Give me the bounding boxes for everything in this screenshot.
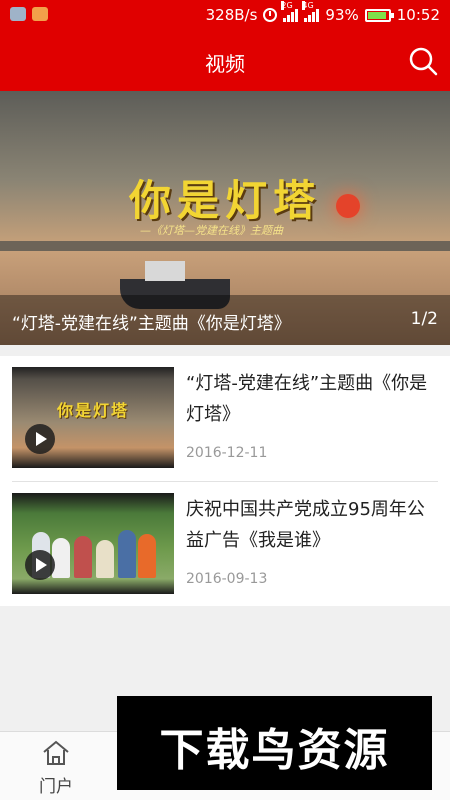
status-notification-icons	[10, 7, 48, 21]
nav-item-portal[interactable]: 门户	[0, 732, 112, 800]
video-thumbnail	[12, 493, 174, 594]
banner-shoreline	[0, 241, 450, 251]
banner-carousel[interactable]: 你是灯塔 —《灯塔—党建在线》主题曲 “灯塔-党建在线”主题曲《你是灯塔》 1/…	[0, 91, 450, 345]
signal-2g-icon: 2G	[281, 1, 299, 22]
nav-item-label: 门户	[39, 777, 73, 797]
video-title: 庆祝中国共产党成立95周年公益广告《我是谁》	[186, 499, 425, 551]
watermark-overlay: 下载鸟资源	[117, 696, 432, 790]
battery-fill	[367, 11, 387, 19]
search-button[interactable]	[408, 46, 438, 76]
play-icon[interactable]	[25, 424, 55, 454]
status-indicators: 328B/s 2G 4G 93% 10:52	[205, 1, 440, 25]
video-date: 2016-12-11	[186, 445, 268, 461]
thumbnail-title: 你是灯塔	[56, 401, 129, 420]
video-list-item[interactable]: 你是灯塔 “灯塔-党建在线”主题曲《你是灯塔》 2016-12-11	[0, 356, 450, 482]
notification-app-icon	[10, 7, 26, 21]
video-title: “灯塔-党建在线”主题曲《你是灯塔》	[186, 373, 428, 425]
signal-4g-icon: 4G	[302, 1, 320, 22]
status-bar: 328B/s 2G 4G 93% 10:52	[0, 0, 450, 30]
network-2g-label: 2G	[281, 1, 293, 10]
play-icon[interactable]	[25, 550, 55, 580]
app-header: 视频	[0, 30, 450, 91]
video-list-item[interactable]: 庆祝中国共产党成立95周年公益广告《我是谁》 2016-09-13	[0, 482, 450, 606]
clock-time: 10:52	[396, 6, 440, 24]
network-speed: 328B/s	[205, 6, 258, 24]
banner-page-indicator: 1/2	[410, 309, 438, 329]
search-icon	[409, 47, 438, 76]
notification-app-icon	[32, 7, 48, 21]
banner-caption: “灯塔-党建在线”主题曲《你是灯塔》	[12, 314, 291, 334]
home-icon	[43, 740, 69, 765]
video-date: 2016-09-13	[186, 571, 268, 587]
video-thumbnail: 你是灯塔	[12, 367, 174, 468]
battery-percent: 93%	[325, 6, 359, 24]
alarm-clock-icon	[263, 8, 278, 22]
banner-image-subtitle: —《灯塔—党建在线》主题曲	[140, 224, 283, 237]
page-title: 视频	[205, 52, 245, 76]
watermark-text: 下载鸟资源	[159, 725, 390, 776]
network-4g-label: 4G	[302, 1, 314, 10]
battery-icon	[364, 8, 394, 22]
banner-image-title: 你是灯塔	[128, 176, 321, 225]
banner-caption-bar: “灯塔-党建在线”主题曲《你是灯塔》 1/2	[0, 295, 450, 345]
video-list: 你是灯塔 “灯塔-党建在线”主题曲《你是灯塔》 2016-12-11 庆祝中国共…	[0, 356, 450, 606]
